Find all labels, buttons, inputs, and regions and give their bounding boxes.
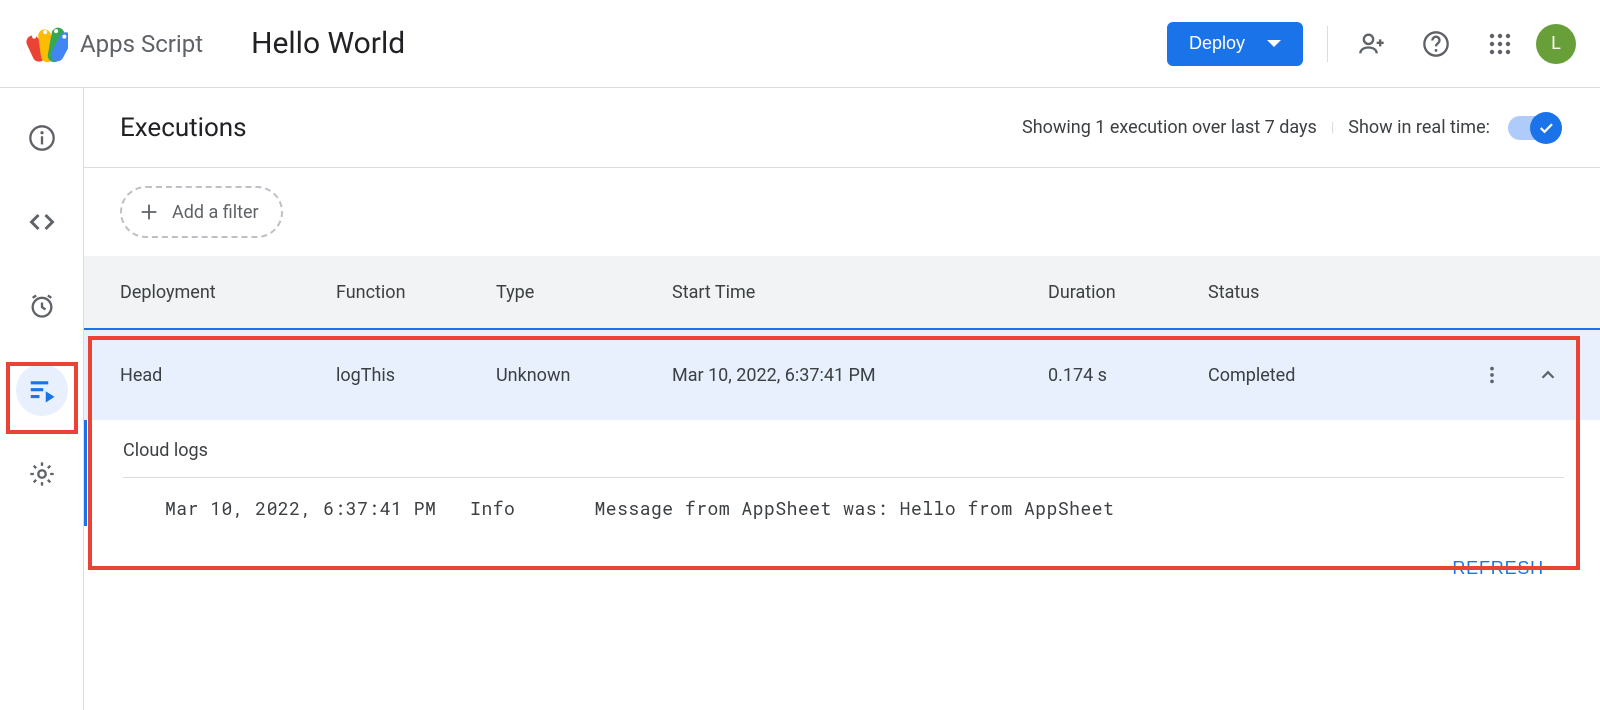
rail-triggers[interactable]	[16, 280, 68, 332]
product-name: Apps Script	[80, 30, 203, 58]
header-divider	[1327, 26, 1328, 62]
refresh-row: REFRESH	[84, 526, 1600, 579]
chevron-down-icon	[1267, 40, 1281, 47]
filter-row: Add a filter	[84, 168, 1600, 256]
execution-row[interactable]: Head logThis Unknown Mar 10, 2022, 6:37:…	[84, 328, 1600, 420]
person-add-icon	[1358, 30, 1386, 58]
realtime-toggle[interactable]	[1508, 116, 1560, 140]
col-header-function: Function	[336, 282, 496, 303]
rail-editor[interactable]	[16, 196, 68, 248]
logs-divider	[123, 477, 1564, 478]
share-button[interactable]	[1352, 24, 1392, 64]
help-button[interactable]	[1416, 24, 1456, 64]
account-avatar[interactable]: L	[1536, 24, 1576, 64]
cloud-logs-title: Cloud logs	[123, 440, 1564, 461]
col-header-type: Type	[496, 282, 672, 303]
cell-start-time: Mar 10, 2022, 6:37:41 PM	[672, 365, 1048, 386]
code-icon	[28, 208, 56, 236]
apps-grid-icon	[1488, 32, 1512, 56]
realtime-label: Show in real time:	[1348, 117, 1490, 138]
deploy-label: Deploy	[1189, 33, 1245, 54]
project-title[interactable]: Hello World	[251, 26, 405, 61]
executions-table-header: Deployment Function Type Start Time Dura…	[84, 256, 1600, 328]
col-header-status: Status	[1208, 282, 1428, 303]
executions-icon	[27, 375, 57, 405]
check-icon	[1537, 119, 1555, 137]
logo-block: Apps Script	[24, 22, 203, 66]
rail-executions[interactable]	[16, 364, 68, 416]
cell-duration: 0.174 s	[1048, 365, 1208, 386]
cell-deployment: Head	[120, 365, 336, 386]
clock-alarm-icon	[28, 292, 56, 320]
log-entry: Mar 10, 2022, 6:37:41 PM Info Message fr…	[123, 490, 1564, 526]
cell-function: logThis	[336, 365, 496, 386]
deploy-button[interactable]: Deploy	[1167, 22, 1303, 66]
left-rail	[0, 88, 84, 710]
col-header-deployment: Deployment	[120, 282, 336, 303]
apps-button[interactable]	[1480, 24, 1520, 64]
executions-header-row: Executions Showing 1 execution over last…	[84, 88, 1600, 168]
chevron-up-icon	[1537, 364, 1559, 386]
executions-summary: Showing 1 execution over last 7 days	[1022, 117, 1317, 138]
cell-status: Completed	[1208, 365, 1428, 386]
page-title: Executions	[120, 113, 247, 143]
header-icons	[1352, 24, 1520, 64]
toggle-knob	[1530, 112, 1562, 144]
refresh-button[interactable]: REFRESH	[1452, 558, 1544, 579]
help-icon	[1422, 30, 1450, 58]
add-filter-label: Add a filter	[172, 202, 259, 223]
apps-script-logo-icon	[24, 22, 68, 66]
plus-icon	[138, 201, 160, 223]
rail-settings[interactable]	[16, 448, 68, 500]
cell-type: Unknown	[496, 365, 672, 386]
info-icon	[28, 124, 56, 152]
row-menu-button[interactable]	[1476, 359, 1508, 391]
summary-divider: |	[1331, 120, 1334, 136]
main-content: Executions Showing 1 execution over last…	[84, 88, 1600, 710]
kebab-icon	[1481, 364, 1503, 386]
gear-icon	[28, 460, 56, 488]
add-filter-chip[interactable]: Add a filter	[120, 186, 283, 238]
row-collapse-button[interactable]	[1532, 359, 1564, 391]
cloud-logs-panel: Cloud logs Mar 10, 2022, 6:37:41 PM Info…	[84, 420, 1600, 526]
col-header-start-time: Start Time	[672, 282, 1048, 303]
top-header: Apps Script Hello World Deploy	[0, 0, 1600, 88]
rail-overview[interactable]	[16, 112, 68, 164]
col-header-duration: Duration	[1048, 282, 1208, 303]
